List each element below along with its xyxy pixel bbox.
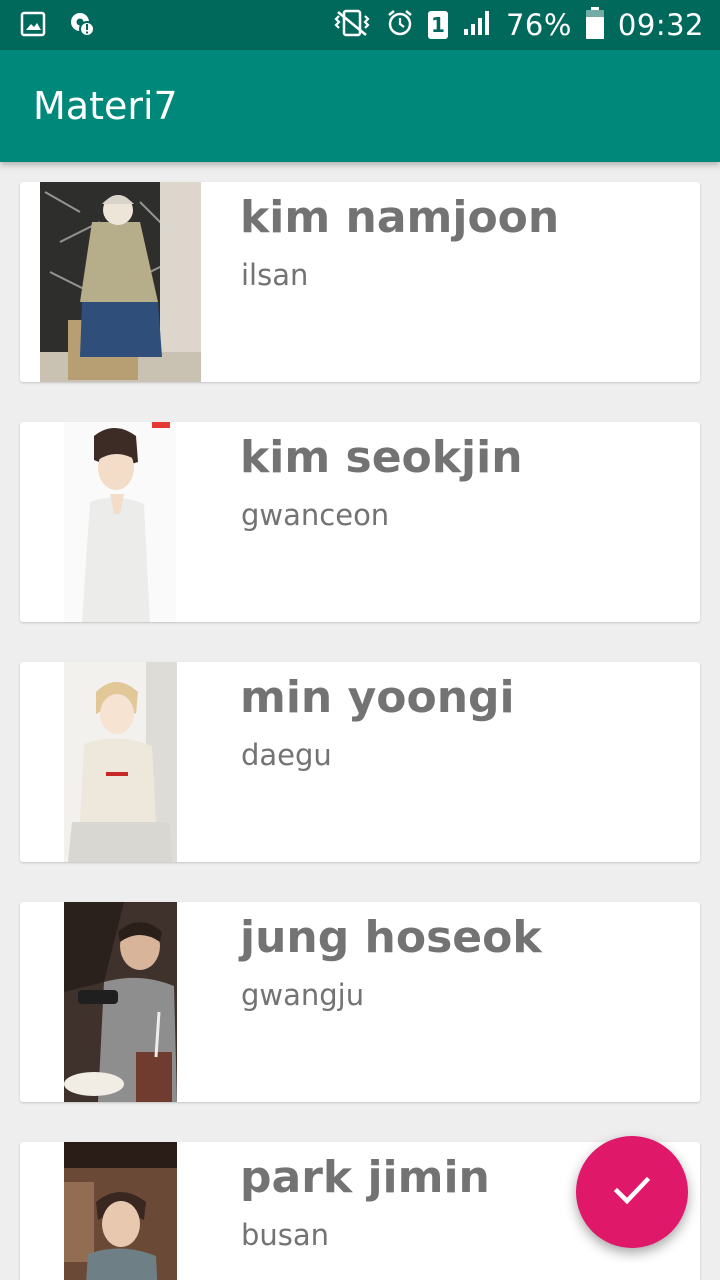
clock: 09:32	[617, 8, 704, 42]
person-city: busan	[241, 1218, 330, 1252]
profile-photo	[64, 1142, 177, 1280]
image-notification-icon	[20, 11, 46, 41]
list-item[interactable]: kim namjoon ilsan	[20, 182, 700, 382]
profile-photo	[64, 422, 176, 622]
confirm-fab-button[interactable]	[576, 1136, 688, 1248]
person-city: ilsan	[241, 258, 309, 292]
profile-photo	[64, 662, 177, 862]
person-city: gwanceon	[241, 498, 390, 532]
person-name: min yoongi	[240, 672, 515, 723]
settings-alert-icon	[68, 10, 96, 42]
profile-photo	[40, 182, 201, 382]
app-title: Materi7	[33, 84, 178, 128]
person-name: jung hoseok	[240, 912, 542, 963]
battery-percent: 76%	[505, 8, 572, 42]
signal-icon	[462, 9, 492, 41]
battery-icon	[585, 7, 604, 43]
sim-icon: 1	[427, 11, 448, 39]
list-item[interactable]: jung hoseok gwangju	[20, 902, 700, 1102]
app-bar: Materi7	[0, 50, 720, 162]
person-name: kim namjoon	[240, 192, 560, 243]
profile-photo	[64, 902, 177, 1102]
card-list[interactable]: kim namjoon ilsan kim seokjin gwanceon m…	[0, 162, 720, 1280]
alarm-icon	[386, 8, 414, 42]
person-name: kim seokjin	[240, 432, 523, 483]
status-bar: 1 76% 09:32	[0, 0, 720, 50]
list-item[interactable]: kim seokjin gwanceon	[20, 422, 700, 622]
vibrate-icon	[332, 8, 372, 42]
person-name: park jimin	[240, 1152, 490, 1203]
person-city: gwangju	[241, 978, 365, 1012]
check-icon	[612, 1170, 652, 1214]
list-item[interactable]: min yoongi daegu	[20, 662, 700, 862]
person-city: daegu	[241, 738, 332, 772]
